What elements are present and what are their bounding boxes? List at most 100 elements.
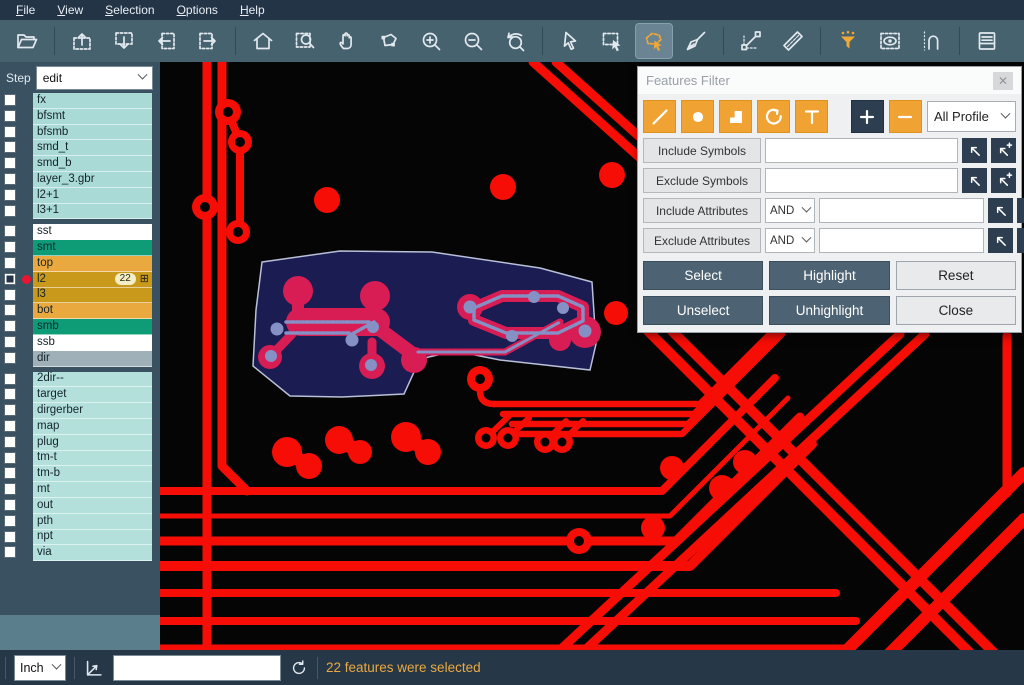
- layer-checkbox[interactable]: [4, 94, 16, 106]
- filter-lines-button[interactable]: [643, 100, 676, 133]
- layer-row-dir[interactable]: dir: [0, 351, 160, 367]
- menu-file[interactable]: File: [6, 2, 45, 18]
- pick-add-symbol-button[interactable]: [991, 168, 1016, 193]
- view-shift-left-button[interactable]: [148, 24, 184, 58]
- layer-row-via[interactable]: via: [0, 545, 160, 561]
- refresh-icon[interactable]: [289, 658, 309, 678]
- layer-row-tm-b[interactable]: tm-b: [0, 466, 160, 482]
- layer-checkbox[interactable]: [4, 531, 16, 543]
- add-filter-button[interactable]: [851, 100, 884, 133]
- pick-add-attribute-button[interactable]: [1017, 198, 1024, 223]
- open-button[interactable]: [9, 24, 45, 58]
- layer-row-bot[interactable]: bot: [0, 303, 160, 319]
- filter-text-button[interactable]: [795, 100, 828, 133]
- select-rectangle-button[interactable]: [594, 24, 630, 58]
- layer-row-bfsmt[interactable]: bfsmt: [0, 109, 160, 125]
- pick-add-attribute-button[interactable]: [1017, 228, 1024, 253]
- close-icon[interactable]: ✕: [993, 72, 1013, 90]
- menu-help[interactable]: Help: [230, 2, 275, 18]
- zoom-in-button[interactable]: [413, 24, 449, 58]
- snap-button[interactable]: [914, 24, 950, 58]
- layer-checkbox[interactable]: [4, 388, 16, 400]
- layer-row-smd_b[interactable]: smd_b: [0, 156, 160, 172]
- layer-row-smt[interactable]: smt: [0, 240, 160, 256]
- view-shift-right-button[interactable]: [190, 24, 226, 58]
- layer-checkbox[interactable]: [4, 546, 16, 558]
- layer-row-dirgerber[interactable]: dirgerber: [0, 403, 160, 419]
- pick-add-symbol-button[interactable]: [991, 138, 1016, 163]
- layer-checkbox[interactable]: [4, 289, 16, 301]
- features-filter-button[interactable]: [830, 24, 866, 58]
- pick-symbol-button[interactable]: [962, 138, 987, 163]
- layer-row-mt[interactable]: mt: [0, 482, 160, 498]
- measure-points-button[interactable]: [733, 24, 769, 58]
- layer-checkbox[interactable]: [4, 189, 16, 201]
- layer-checkbox[interactable]: [4, 436, 16, 448]
- layers-form-button[interactable]: [969, 24, 1005, 58]
- unhighlight-button[interactable]: Unhighlight: [769, 296, 889, 325]
- layer-row-sst[interactable]: sst: [0, 224, 160, 240]
- zoom-out-button[interactable]: [455, 24, 491, 58]
- layer-checkbox[interactable]: [4, 225, 16, 237]
- layer-checkbox[interactable]: [4, 404, 16, 416]
- unit-dropdown[interactable]: Inch: [14, 655, 66, 681]
- layer-checkbox[interactable]: [4, 336, 16, 348]
- layer-checkbox-checked[interactable]: [4, 273, 16, 285]
- layer-row-l2plus1[interactable]: l2+1: [0, 188, 160, 204]
- home-view-button[interactable]: [245, 24, 281, 58]
- layer-checkbox[interactable]: [4, 110, 16, 122]
- select-button[interactable]: Select: [643, 261, 763, 290]
- exclude-symbols-input[interactable]: [765, 168, 958, 193]
- layer-checkbox[interactable]: [4, 483, 16, 495]
- layer-row-top[interactable]: top: [0, 256, 160, 272]
- layer-checkbox[interactable]: [4, 241, 16, 253]
- layer-checkbox[interactable]: [4, 499, 16, 511]
- view-shift-down-button[interactable]: [106, 24, 142, 58]
- select-polygon-button[interactable]: [636, 24, 672, 58]
- layer-checkbox[interactable]: [4, 373, 16, 385]
- layer-checkbox[interactable]: [4, 205, 16, 217]
- filter-arcs-button[interactable]: [757, 100, 790, 133]
- layer-checkbox[interactable]: [4, 452, 16, 464]
- view-shift-up-button[interactable]: [64, 24, 100, 58]
- exclude-symbols-button[interactable]: Exclude Symbols: [643, 168, 761, 193]
- include-symbols-input[interactable]: [765, 138, 958, 163]
- layer-row-pth[interactable]: pth: [0, 514, 160, 530]
- layer-checkbox[interactable]: [4, 304, 16, 316]
- menu-options[interactable]: Options: [167, 2, 228, 18]
- layer-row-out[interactable]: out: [0, 498, 160, 514]
- pan-hand-button[interactable]: [329, 24, 365, 58]
- dialog-title-bar[interactable]: Features Filter ✕: [638, 67, 1021, 94]
- layer-checkbox[interactable]: [4, 141, 16, 153]
- layer-checkbox[interactable]: [4, 157, 16, 169]
- remove-filter-button[interactable]: [889, 100, 922, 133]
- layer-row-layer_3[interactable]: layer_3.gbr: [0, 172, 160, 188]
- layer-checkbox[interactable]: [4, 173, 16, 185]
- layer-row-smb[interactable]: smb: [0, 319, 160, 335]
- layer-checkbox[interactable]: [4, 467, 16, 479]
- layer-row-fx[interactable]: fx: [0, 93, 160, 109]
- zoom-polygon-button[interactable]: [371, 24, 407, 58]
- layer-row-ssb[interactable]: ssb: [0, 335, 160, 351]
- close-button[interactable]: Close: [896, 296, 1016, 325]
- step-dropdown[interactable]: edit: [36, 66, 153, 90]
- layer-checkbox[interactable]: [4, 352, 16, 364]
- angle-measure-icon[interactable]: [83, 657, 105, 679]
- exclude-attributes-input[interactable]: [819, 228, 984, 253]
- layer-row-smd_t[interactable]: smd_t: [0, 140, 160, 156]
- layer-row-l3[interactable]: l3: [0, 288, 160, 304]
- layer-row-l2[interactable]: l2 22 ⊞: [0, 272, 160, 288]
- command-input[interactable]: [113, 655, 281, 681]
- unselect-button[interactable]: Unselect: [643, 296, 763, 325]
- grid-icon[interactable]: ⊞: [140, 272, 149, 287]
- layer-row-map[interactable]: map: [0, 419, 160, 435]
- layer-checkbox[interactable]: [4, 420, 16, 432]
- filter-surfaces-button[interactable]: [719, 100, 752, 133]
- layer-checkbox[interactable]: [4, 320, 16, 332]
- pick-attribute-button[interactable]: [988, 228, 1013, 253]
- filter-pads-button[interactable]: [681, 100, 714, 133]
- include-attributes-input[interactable]: [819, 198, 984, 223]
- zoom-previous-button[interactable]: [497, 24, 533, 58]
- show-hide-button[interactable]: [872, 24, 908, 58]
- layer-row-target[interactable]: target: [0, 387, 160, 403]
